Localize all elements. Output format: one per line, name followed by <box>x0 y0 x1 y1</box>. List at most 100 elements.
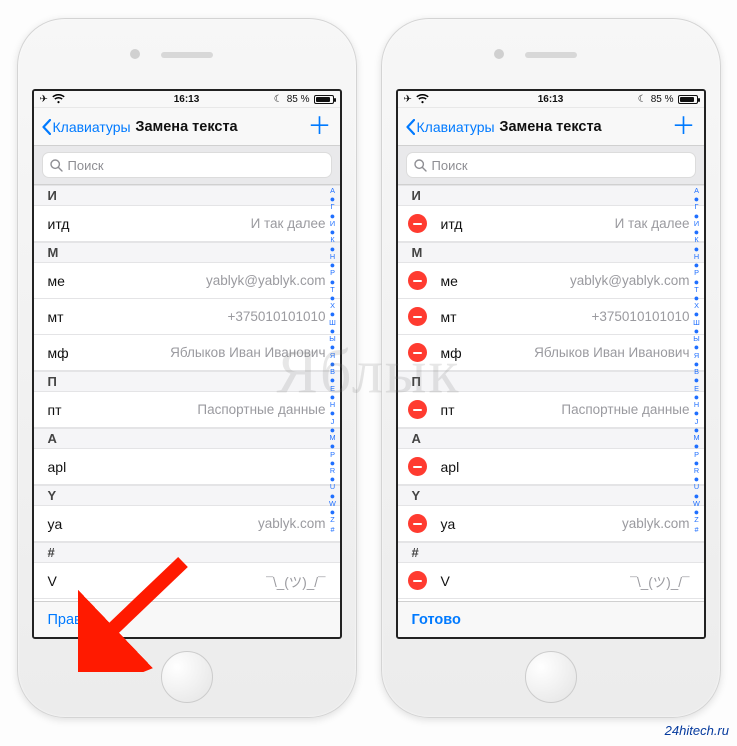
add-button[interactable]: ＋ <box>672 115 696 139</box>
delete-button[interactable] <box>408 514 427 533</box>
section-header: # <box>34 542 340 563</box>
shortcut-label: пт <box>441 402 455 418</box>
list-left[interactable]: Иитд И так далее Мме yablyk@yablyk.com мт +37… <box>34 185 340 601</box>
replacement-value: yablyk@yablyk.com <box>206 273 326 288</box>
list-item[interactable]: apl <box>34 449 340 485</box>
status-time: 16:13 <box>538 94 564 105</box>
list-item[interactable]: apl <box>398 449 704 485</box>
edit-button[interactable]: Править <box>48 612 105 628</box>
replacement-value: ¯\_(ツ)_/¯ <box>630 571 690 591</box>
list-item[interactable]: мт +375010101010 <box>34 299 340 335</box>
search-input[interactable]: Поиск <box>406 152 696 178</box>
section-header: П <box>34 371 340 392</box>
phone-right: ✈︎ 16:13 ☾ 85 % Клавиатуры Замена текста… <box>381 18 721 718</box>
chevron-left-icon <box>42 119 51 135</box>
shortcut-label: мф <box>48 345 69 361</box>
list-item[interactable]: пт Паспортные данные <box>398 392 704 428</box>
section-header: М <box>34 242 340 263</box>
replacement-value: yablyk.com <box>258 516 326 531</box>
replacement-value: И так далее <box>615 216 690 231</box>
battery-pct: 85 % <box>651 94 674 105</box>
replacement-value: Яблыков Иван Иванович <box>170 345 325 360</box>
search-placeholder: Поиск <box>432 158 468 173</box>
shortcut-label: мт <box>441 309 457 325</box>
list-item[interactable]: ya yablyk.com <box>34 506 340 542</box>
back-button[interactable]: Клавиатуры <box>406 119 495 135</box>
shortcut-label: ме <box>48 273 65 289</box>
list-item[interactable]: V ¯\_(ツ)_/¯ <box>398 563 704 599</box>
battery-pct: 85 % <box>287 94 310 105</box>
credit: 24hitech.ru <box>665 723 729 738</box>
delete-button[interactable] <box>408 457 427 476</box>
nav-title: Замена текста <box>499 119 601 135</box>
chevron-left-icon <box>406 119 415 135</box>
airplane-icon: ✈︎ <box>404 94 412 105</box>
wifi-icon <box>52 94 65 104</box>
shortcut-label: ya <box>441 516 456 532</box>
replacement-value: ¯\_(ツ)_/¯ <box>266 571 326 591</box>
back-button[interactable]: Клавиатуры <box>42 119 131 135</box>
section-header: A <box>398 428 704 449</box>
list-item[interactable]: итд И так далее <box>398 206 704 242</box>
shortcut-label: ya <box>48 516 63 532</box>
status-bar: ✈︎ 16:13 ☾ 85 % <box>34 91 340 108</box>
list-item[interactable]: V ¯\_(ツ)_/¯ <box>34 563 340 599</box>
delete-button[interactable] <box>408 400 427 419</box>
section-header: И <box>34 185 340 206</box>
delete-button[interactable] <box>408 307 427 326</box>
moon-icon: ☾ <box>274 94 283 105</box>
nav-bar: Клавиатуры Замена текста ＋ <box>398 108 704 146</box>
replacement-value: И так далее <box>251 216 326 231</box>
shortcut-label: итд <box>48 216 70 232</box>
list-item[interactable]: ya yablyk.com <box>398 506 704 542</box>
wifi-icon <box>416 94 429 104</box>
search-icon <box>414 159 427 172</box>
toolbar-right: Готово <box>398 601 704 637</box>
index-bar[interactable]: А●Г●И●К●Н●Р●Т●Х●Ш●Ы●Я●B●E●H●J●M●P●R●U●W●… <box>327 185 339 571</box>
index-bar[interactable]: А●Г●И●К●Н●Р●Т●Х●Ш●Ы●Я●B●E●H●J●M●P●R●U●W●… <box>691 185 703 571</box>
delete-button[interactable] <box>408 571 427 590</box>
replacement-value: +375010101010 <box>592 309 690 324</box>
status-bar: ✈︎ 16:13 ☾ 85 % <box>398 91 704 108</box>
list-item[interactable]: мф Яблыков Иван Иванович <box>34 335 340 371</box>
shortcut-label: V <box>441 573 450 589</box>
battery-icon <box>678 95 698 104</box>
replacement-value: Яблыков Иван Иванович <box>534 345 689 360</box>
shortcut-label: мт <box>48 309 64 325</box>
list-item[interactable]: ме yablyk@yablyk.com <box>34 263 340 299</box>
section-header: Y <box>34 485 340 506</box>
list-item[interactable]: пт Паспортные данные <box>34 392 340 428</box>
toolbar-left: Править <box>34 601 340 637</box>
add-button[interactable]: ＋ <box>308 115 332 139</box>
replacement-value: +375010101010 <box>228 309 326 324</box>
search-icon <box>50 159 63 172</box>
shortcut-label: apl <box>48 459 67 475</box>
search-input[interactable]: Поиск <box>42 152 332 178</box>
list-item[interactable]: меyablyk@yablyk.com <box>398 263 704 299</box>
delete-button[interactable] <box>408 214 427 233</box>
replacement-value: yablyk@yablyk.com <box>570 273 690 288</box>
shortcut-label: пт <box>48 402 62 418</box>
list-right[interactable]: Иитд И так далее Ммеyablyk@yablyk.com мт +37… <box>398 185 704 601</box>
airplane-icon: ✈︎ <box>40 94 48 105</box>
done-button[interactable]: Готово <box>412 612 461 628</box>
nav-title: Замена текста <box>135 119 237 135</box>
nav-bar: Клавиатуры Замена текста ＋ <box>34 108 340 146</box>
list-item[interactable]: итд И так далее <box>34 206 340 242</box>
section-header: # <box>398 542 704 563</box>
replacement-value: yablyk.com <box>622 516 690 531</box>
shortcut-label: V <box>48 573 57 589</box>
back-label: Клавиатуры <box>417 119 495 135</box>
replacement-value: Паспортные данные <box>561 402 689 417</box>
section-header: Y <box>398 485 704 506</box>
delete-button[interactable] <box>408 343 427 362</box>
list-item[interactable]: мт +375010101010 <box>398 299 704 335</box>
section-header: И <box>398 185 704 206</box>
back-label: Клавиатуры <box>53 119 131 135</box>
delete-button[interactable] <box>408 271 427 290</box>
shortcut-label: итд <box>441 216 463 232</box>
moon-icon: ☾ <box>638 94 647 105</box>
replacement-value: Паспортные данные <box>197 402 325 417</box>
list-item[interactable]: мфЯблыков Иван Иванович <box>398 335 704 371</box>
section-header: М <box>398 242 704 263</box>
